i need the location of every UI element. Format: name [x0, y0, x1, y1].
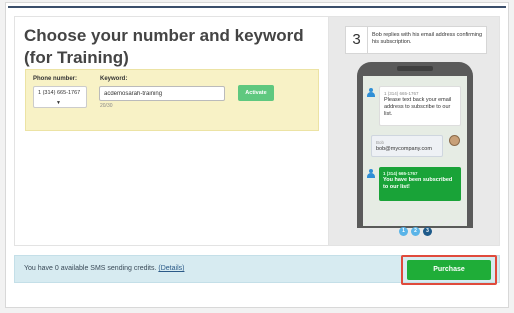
keyword-form: Phone number: 1 (314) 665-1767 ▼ Keyword…	[25, 69, 319, 131]
avatar-icon	[449, 135, 460, 146]
top-divider	[8, 6, 506, 8]
message-sender: 1 (314) 665-1767	[383, 171, 418, 176]
reply-message: Bob bob@mycompany.com	[371, 135, 443, 157]
details-link[interactable]: (Details)	[158, 265, 184, 272]
keyword-input[interactable]	[99, 86, 225, 101]
message-body: You have been subscribed to our list!	[383, 177, 453, 190]
message-sender: Bob	[376, 140, 385, 145]
credits-text: You have 0 available SMS sending credits…	[24, 265, 184, 272]
step-dot-1[interactable]: 1	[399, 227, 408, 236]
message-sender: 1 (314) 665-1767	[384, 91, 419, 96]
setup-panel: Choose your number and keyword (for Trai…	[14, 16, 500, 246]
keyword-label: Keyword:	[100, 76, 128, 82]
incoming-message: 1 (314) 665-1767 Please text back your e…	[379, 86, 461, 126]
user-icon	[367, 88, 375, 97]
step-pager: 1 2 3	[399, 227, 439, 237]
confirmation-message: 1 (314) 665-1767 You have been subscribe…	[379, 167, 461, 201]
phone-screen: 1 (314) 665-1767 Please text back your e…	[363, 76, 467, 226]
step-number: 3	[346, 27, 368, 53]
purchase-button[interactable]: Purchase	[407, 260, 491, 280]
keyword-counter: 20/30	[100, 103, 113, 109]
user-icon	[367, 169, 375, 178]
keyword-section: Choose your number and keyword (for Trai…	[15, 17, 327, 245]
message-body: Please text back your email address to s…	[384, 97, 452, 117]
step-dot-3[interactable]: 3	[423, 227, 432, 236]
phone-number-value: 1 (314) 665-1767	[38, 90, 81, 96]
credits-message: You have 0 available SMS sending credits…	[24, 265, 157, 272]
step-card: 3 Bob replies with his email address con…	[345, 26, 487, 54]
step-description: Bob replies with his email address confi…	[372, 32, 483, 45]
sms-preview: 3 Bob replies with his email address con…	[328, 17, 499, 245]
caret-down-icon: ▼	[56, 100, 61, 106]
phone-number-select[interactable]: 1 (314) 665-1767 ▼	[33, 86, 87, 108]
phone-number-label: Phone number:	[33, 76, 78, 82]
screen-tear-edge	[363, 220, 467, 226]
page-title: Choose your number and keyword (for Trai…	[24, 26, 304, 67]
message-body: bob@mycompany.com	[376, 146, 432, 152]
phone-illustration: 1 (314) 665-1767 Please text back your e…	[357, 62, 473, 228]
step-dot-2[interactable]: 2	[411, 227, 420, 236]
activate-button[interactable]: Activate	[238, 85, 274, 101]
phone-speaker	[397, 66, 433, 71]
